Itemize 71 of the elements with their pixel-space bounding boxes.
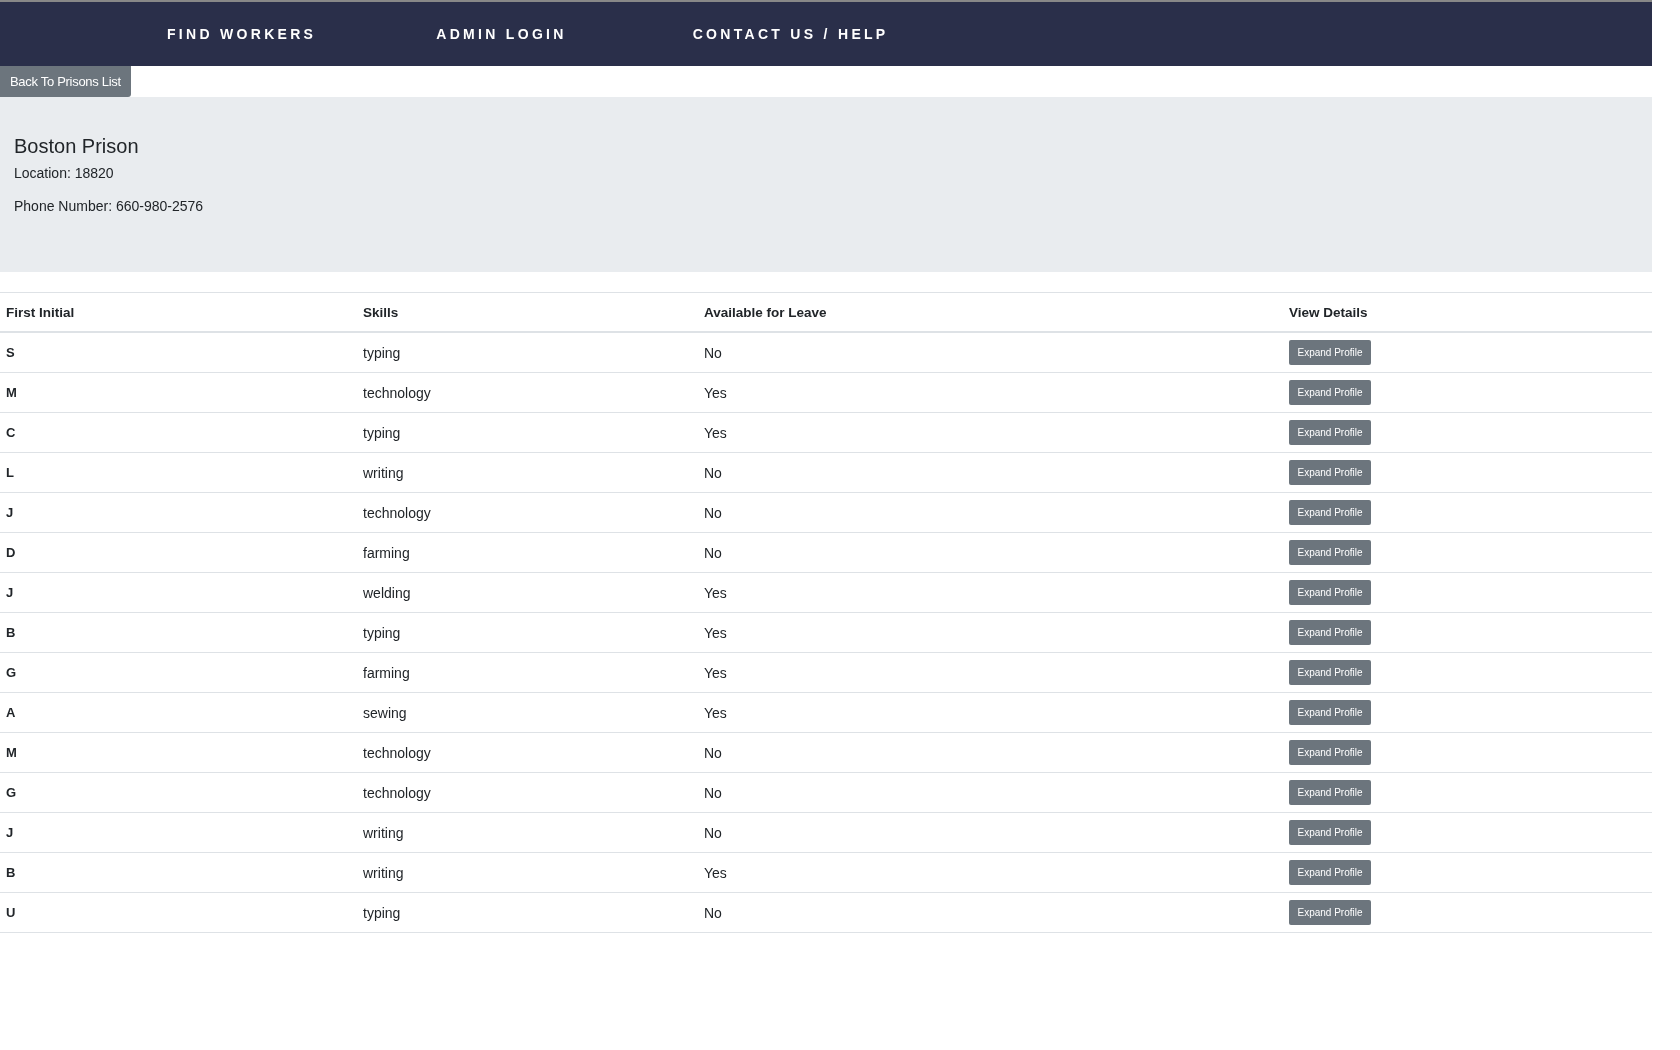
table-cell: typing: [357, 332, 698, 373]
table-cell: welding: [357, 572, 698, 613]
table-cell: writing: [357, 812, 698, 853]
table-cell: No: [698, 332, 1283, 373]
table-cell: No: [698, 812, 1283, 853]
table-cell: M: [0, 372, 357, 413]
table-cell: Yes: [698, 612, 1283, 653]
column-header: View Details: [1283, 292, 1652, 332]
table-cell: No: [698, 532, 1283, 573]
table-cell: farming: [357, 652, 698, 693]
expand-profile-button[interactable]: Expand Profile: [1289, 580, 1371, 605]
table-cell: technology: [357, 372, 698, 413]
table-cell: D: [0, 532, 357, 573]
table-cell: technology: [357, 492, 698, 533]
table-cell: Yes: [698, 412, 1283, 453]
prison-name: Boston Prison: [14, 135, 140, 158]
nav-link[interactable]: FIND WORKERS: [167, 26, 317, 42]
column-header: Skills: [357, 292, 698, 332]
table-cell: S: [0, 332, 357, 373]
table-cell: typing: [357, 412, 698, 453]
table-cell: No: [698, 492, 1283, 533]
nav-link[interactable]: ADMIN LOGIN: [436, 26, 567, 42]
expand-profile-button[interactable]: Expand Profile: [1289, 780, 1371, 805]
table-cell: J: [0, 572, 357, 613]
table-cell: Yes: [698, 572, 1283, 613]
table-cell: No: [698, 732, 1283, 773]
prison-phone: Phone Number: 660-980-2576: [14, 198, 205, 214]
table-cell: U: [0, 892, 357, 933]
table-cell: J: [0, 812, 357, 853]
table-cell: Yes: [698, 852, 1283, 893]
expand-profile-button[interactable]: Expand Profile: [1289, 380, 1371, 405]
table-cell: L: [0, 452, 357, 493]
table-cell: G: [0, 652, 357, 693]
table-cell: typing: [357, 612, 698, 653]
table-cell: typing: [357, 892, 698, 933]
expand-profile-button[interactable]: Expand Profile: [1289, 500, 1371, 525]
expand-profile-button[interactable]: Expand Profile: [1289, 900, 1371, 925]
table-cell: J: [0, 492, 357, 533]
table-cell: Yes: [698, 652, 1283, 693]
expand-profile-button[interactable]: Expand Profile: [1289, 420, 1371, 445]
expand-profile-button[interactable]: Expand Profile: [1289, 460, 1371, 485]
expand-profile-button[interactable]: Expand Profile: [1289, 820, 1371, 845]
table-cell: writing: [357, 852, 698, 893]
expand-profile-button[interactable]: Expand Profile: [1289, 660, 1371, 685]
table-cell: B: [0, 852, 357, 893]
prison-location: Location: 18820: [14, 165, 115, 181]
table-cell: G: [0, 772, 357, 813]
nav-link[interactable]: CONTACT US / HELP: [692, 26, 889, 42]
table-cell: writing: [357, 452, 698, 493]
column-header: Available for Leave: [698, 292, 1283, 332]
table-cell: M: [0, 732, 357, 773]
expand-profile-button[interactable]: Expand Profile: [1289, 740, 1371, 765]
table-cell: No: [698, 892, 1283, 933]
expand-profile-button[interactable]: Expand Profile: [1289, 620, 1371, 645]
table-cell: Yes: [698, 692, 1283, 733]
table-cell: technology: [357, 732, 698, 773]
back-button[interactable]: Back To Prisons List: [0, 66, 131, 97]
expand-profile-button[interactable]: Expand Profile: [1289, 340, 1371, 365]
expand-profile-button[interactable]: Expand Profile: [1289, 700, 1371, 725]
table-cell: No: [698, 452, 1283, 493]
table-cell: Yes: [698, 372, 1283, 413]
column-header: First Initial: [0, 292, 357, 332]
expand-profile-button[interactable]: Expand Profile: [1289, 860, 1371, 885]
expand-profile-button[interactable]: Expand Profile: [1289, 540, 1371, 565]
table-cell: B: [0, 612, 357, 653]
table-cell: farming: [357, 532, 698, 573]
table-cell: No: [698, 772, 1283, 813]
table-cell: technology: [357, 772, 698, 813]
table-cell: sewing: [357, 692, 698, 733]
table-cell: A: [0, 692, 357, 733]
table-cell: C: [0, 412, 357, 453]
